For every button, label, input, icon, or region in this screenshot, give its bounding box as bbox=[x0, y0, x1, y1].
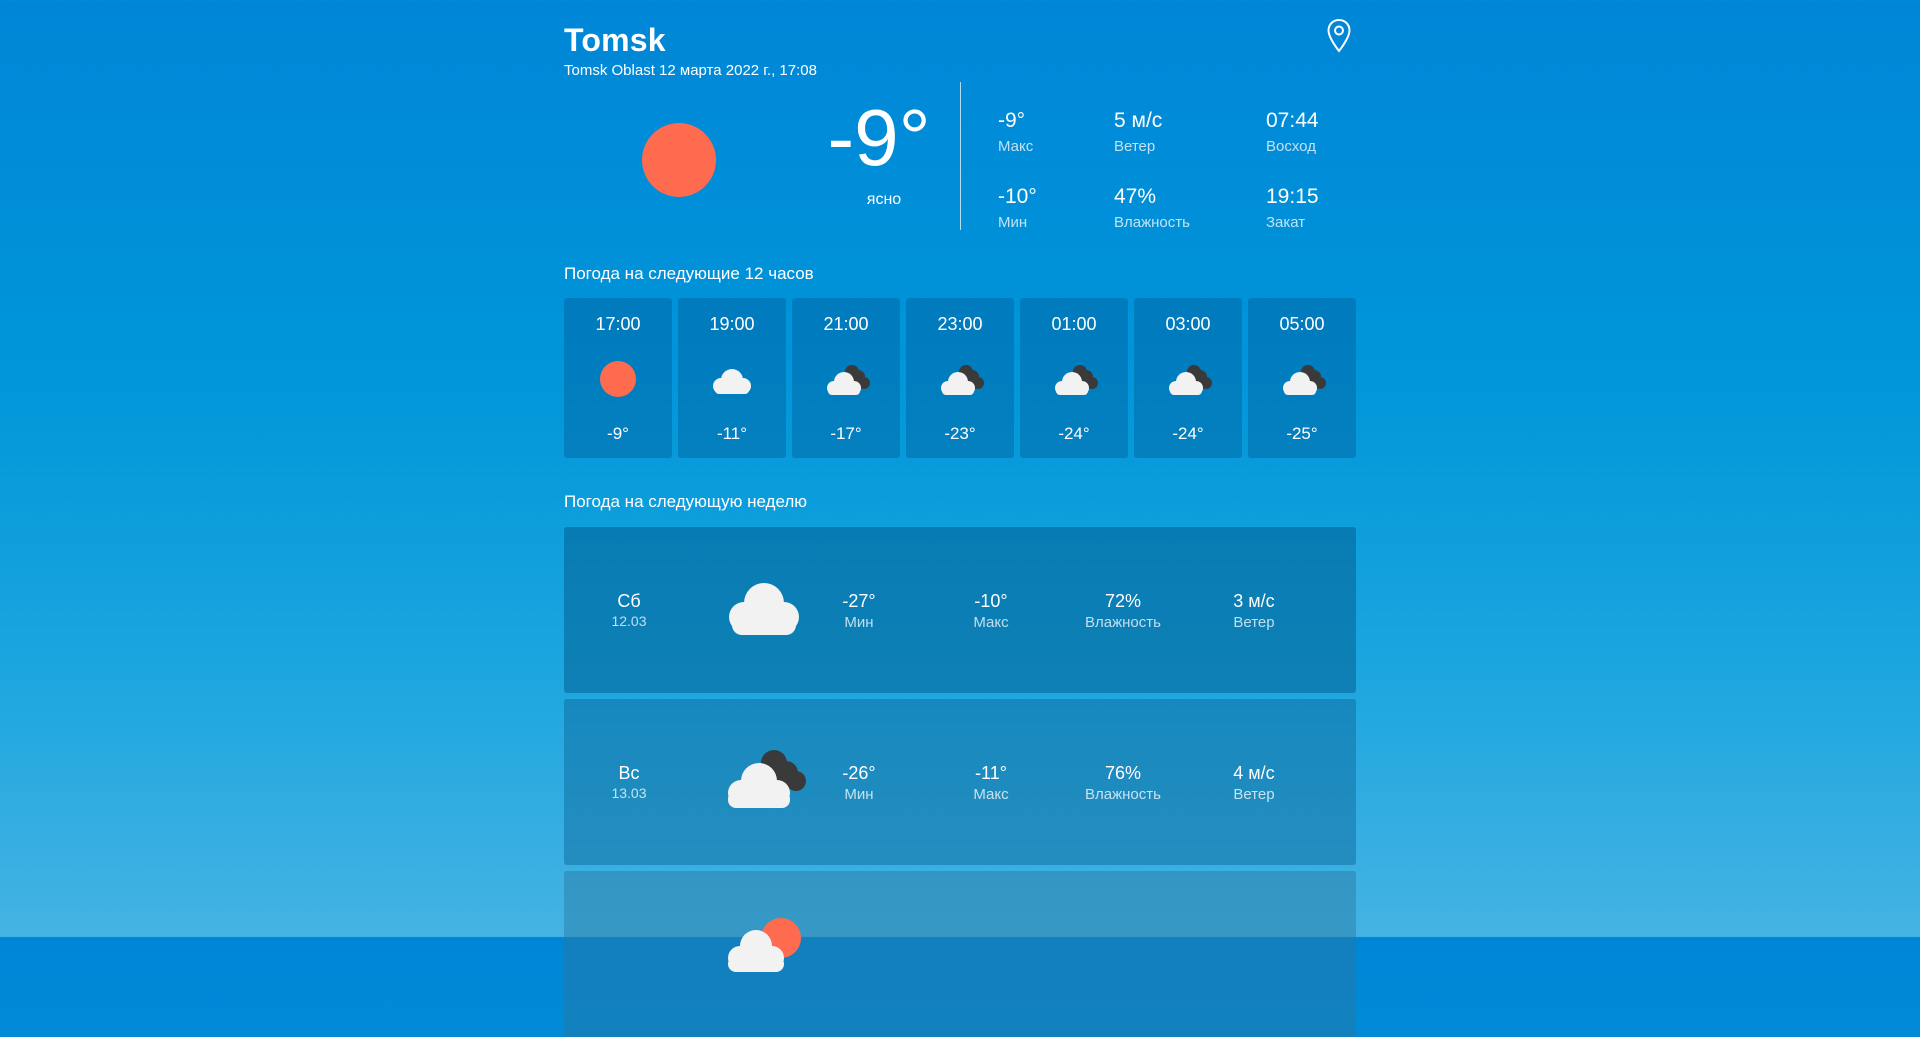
hour-temp: -9° bbox=[607, 424, 629, 443]
hour-card[interactable]: 05:00 -25° bbox=[1248, 298, 1356, 458]
day-wind: 3 м/с Ветер bbox=[1189, 592, 1319, 631]
label: Ветер bbox=[1233, 614, 1275, 631]
hour-temp: -24° bbox=[1058, 424, 1090, 443]
sun-icon bbox=[642, 123, 716, 197]
map-pin-icon[interactable] bbox=[1326, 18, 1352, 54]
hour-time: 17:00 bbox=[595, 314, 641, 334]
overcast-icon bbox=[1055, 365, 1098, 395]
weekly-title: Погода на следующую неделю bbox=[564, 492, 808, 511]
label: Мин bbox=[844, 614, 874, 631]
stat-label: Ветер bbox=[1114, 138, 1156, 155]
day-date: 13.03 bbox=[611, 785, 647, 801]
stat-value: 07:44 bbox=[1266, 109, 1319, 132]
hourly-forecast: 17:00 -9° 19:00 -11° 21:00 -17° 23:00 -2… bbox=[564, 298, 1356, 458]
hourly-title: Погода на следующие 12 часов bbox=[564, 264, 814, 283]
city-name: Tomsk bbox=[564, 22, 666, 58]
stat-sunrise: 07:44 Восход bbox=[1266, 110, 1319, 155]
hour-temp: -17° bbox=[830, 424, 862, 443]
day-humidity: 76% Влажность bbox=[1058, 764, 1188, 803]
stat-label: Мин bbox=[998, 214, 1028, 231]
stat-humidity: 47% Влажность bbox=[1114, 186, 1190, 231]
value: 4 м/с bbox=[1233, 763, 1275, 783]
stat-value: 5 м/с bbox=[1114, 109, 1163, 132]
hour-temp: -25° bbox=[1286, 424, 1318, 443]
day-humidity: 72% Влажность bbox=[1058, 592, 1188, 631]
overcast-icon bbox=[827, 365, 870, 395]
stat-sunset: 19:15 Закат bbox=[1266, 186, 1319, 231]
label: Влажность bbox=[1085, 786, 1161, 803]
hour-time: 19:00 bbox=[709, 314, 755, 334]
value: -26° bbox=[842, 763, 876, 783]
stat-min: -10° Мин bbox=[998, 186, 1037, 231]
hour-card[interactable]: 19:00 -11° bbox=[678, 298, 786, 458]
stat-label: Закат bbox=[1266, 214, 1306, 231]
partly-sunny-icon bbox=[728, 918, 801, 972]
day-min: -26° Мин bbox=[794, 764, 924, 803]
hour-card[interactable]: 01:00 -24° bbox=[1020, 298, 1128, 458]
day-wind: 4 м/с Ветер bbox=[1189, 764, 1319, 803]
stat-value: -9° bbox=[998, 109, 1026, 132]
label: Влажность bbox=[1085, 614, 1161, 631]
value: -11° bbox=[975, 763, 1007, 783]
label: Мин bbox=[844, 786, 874, 803]
value: -10° bbox=[974, 591, 1008, 611]
day-max: -11° Макс bbox=[926, 764, 1056, 803]
day-row[interactable]: Вс 13.03 -26° Мин -11° Макс 76% Влажност… bbox=[564, 699, 1356, 865]
stat-max: -9° Макс bbox=[998, 110, 1033, 155]
value: 72% bbox=[1104, 591, 1142, 611]
overcast-icon bbox=[1169, 365, 1212, 395]
value: 3 м/с bbox=[1233, 591, 1275, 611]
hour-time: 23:00 bbox=[937, 314, 983, 334]
day-date: 12.03 bbox=[611, 613, 647, 629]
value: 76% bbox=[1104, 763, 1142, 783]
hour-card[interactable]: 17:00 -9° bbox=[564, 298, 672, 458]
stat-value: 47% bbox=[1114, 185, 1157, 208]
stat-value: 19:15 bbox=[1266, 185, 1319, 208]
day-min: -27° Мин bbox=[794, 592, 924, 631]
stat-value: -10° bbox=[998, 185, 1037, 208]
hour-time: 03:00 bbox=[1165, 314, 1211, 334]
stat-label: Макс bbox=[998, 138, 1034, 155]
hour-time: 01:00 bbox=[1051, 314, 1097, 334]
label: Макс bbox=[973, 786, 1009, 803]
divider bbox=[960, 82, 961, 230]
stat-label: Восход bbox=[1266, 138, 1316, 155]
sun-icon bbox=[600, 361, 636, 397]
current-temperature: -9° bbox=[827, 93, 931, 182]
label: Макс bbox=[973, 614, 1009, 631]
stat-label: Влажность bbox=[1114, 214, 1190, 231]
day-row[interactable]: Сб 12.03 -27° Мин -10° Макс 72% Влажност… bbox=[564, 527, 1356, 693]
hour-card[interactable]: 03:00 -24° bbox=[1134, 298, 1242, 458]
label: Ветер bbox=[1233, 786, 1275, 803]
hour-time: 05:00 bbox=[1279, 314, 1325, 334]
overcast-icon bbox=[941, 365, 984, 395]
hour-time: 21:00 bbox=[823, 314, 869, 334]
day-name: Сб bbox=[617, 591, 641, 611]
day-max: -10° Макс bbox=[926, 592, 1056, 631]
day-row[interactable] bbox=[564, 871, 1356, 1037]
value: -27° bbox=[842, 591, 876, 611]
current-condition: ясно bbox=[866, 191, 902, 208]
hour-card[interactable]: 23:00 -23° bbox=[906, 298, 1014, 458]
hour-temp: -24° bbox=[1172, 424, 1204, 443]
day-name: Вс bbox=[618, 763, 640, 783]
hour-temp: -11° bbox=[716, 424, 748, 443]
cloud-icon bbox=[713, 369, 751, 394]
location-datetime: Tomsk Oblast 12 марта 2022 г., 17:08 bbox=[564, 62, 817, 79]
stat-wind: 5 м/с Ветер bbox=[1114, 110, 1162, 155]
hour-temp: -23° bbox=[944, 424, 976, 443]
hour-card[interactable]: 21:00 -17° bbox=[792, 298, 900, 458]
weather-app: Tomsk Tomsk Oblast 12 марта 2022 г., 17:… bbox=[564, 0, 1356, 1037]
overcast-icon bbox=[1283, 365, 1326, 395]
